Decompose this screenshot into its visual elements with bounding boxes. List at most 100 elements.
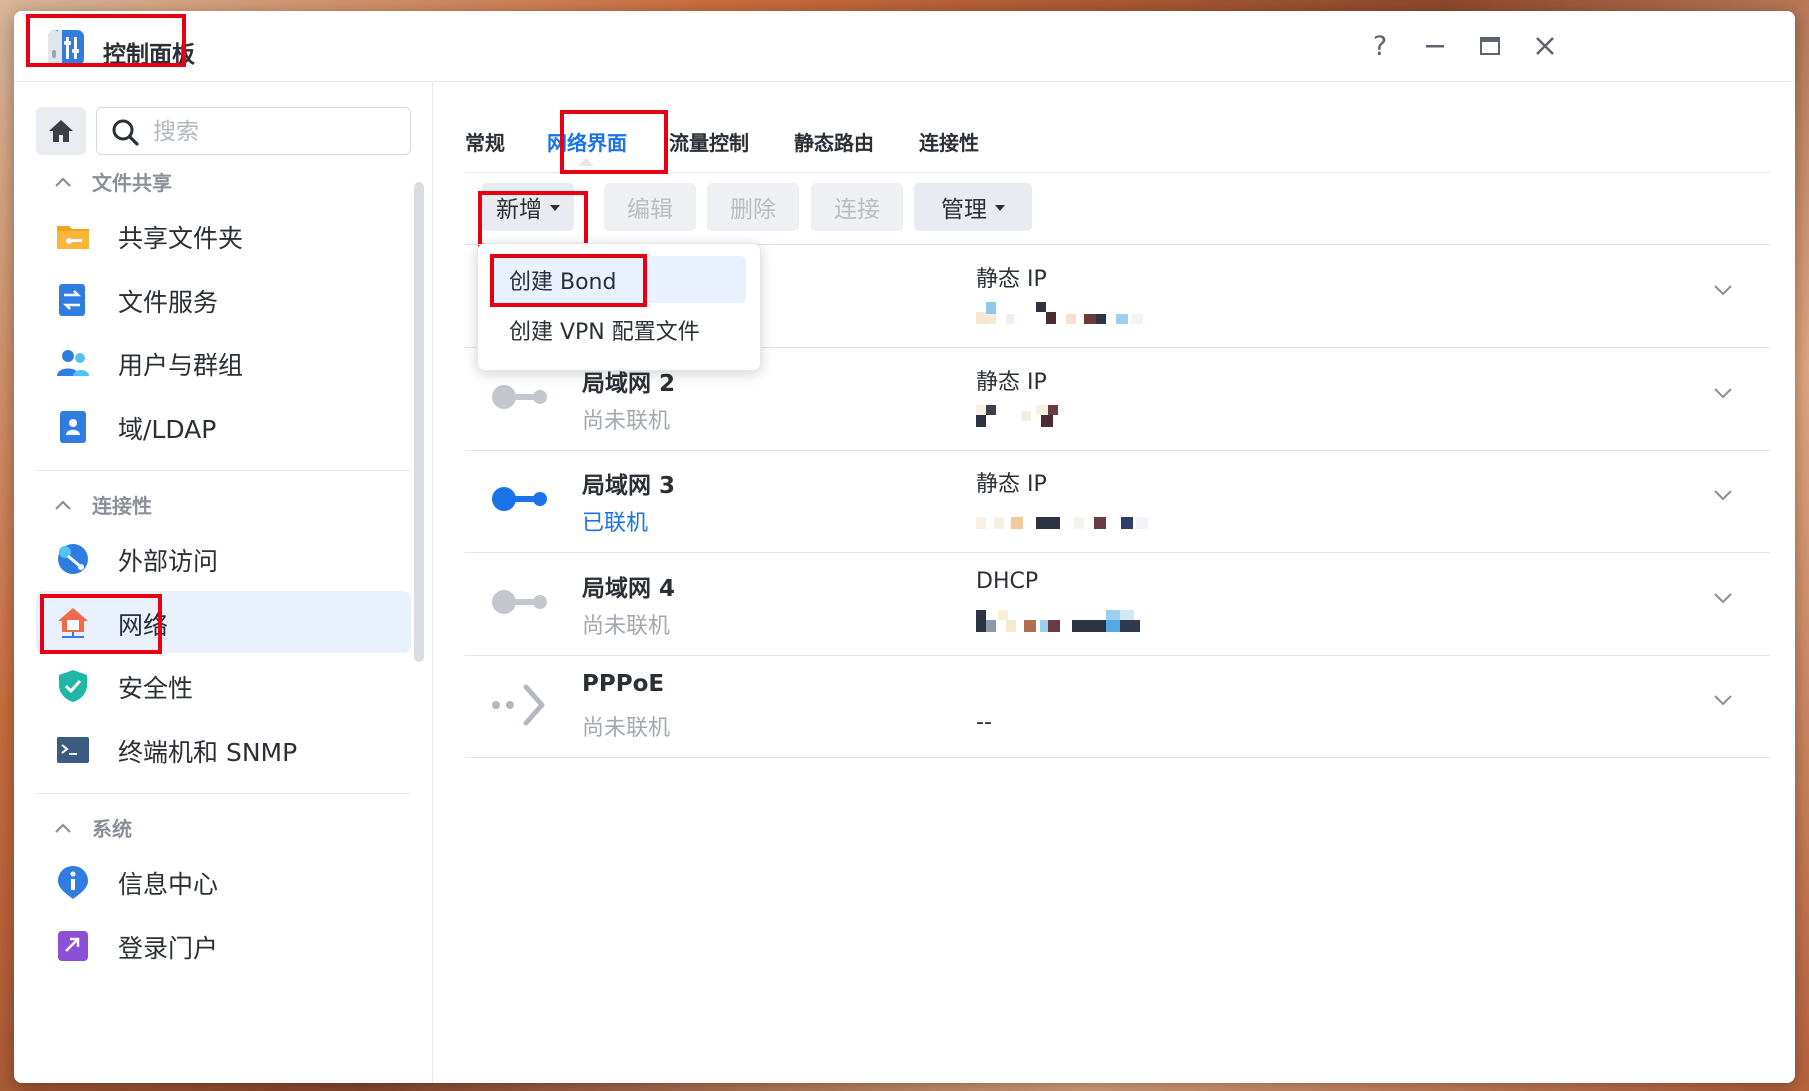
sidebar-item-label: 共享文件夹 [118, 224, 244, 253]
sidebar-item-label: 登录门户 [118, 934, 219, 963]
sidebar-item-security[interactable]: 安全性 [36, 654, 411, 716]
section-system[interactable]: 系统 [54, 813, 132, 842]
add-button-label: 新增 [496, 197, 542, 223]
section-title: 文件共享 [92, 171, 172, 195]
sidebar-divider [36, 793, 411, 794]
close-icon [1536, 37, 1554, 55]
users-icon [57, 350, 89, 376]
section-file-sharing[interactable]: 文件共享 [54, 167, 172, 196]
connect-button[interactable]: 连接 [811, 183, 903, 231]
interface-row-lan4[interactable]: 局域网 4 尚未联机 DHCP [465, 553, 1770, 656]
close-button[interactable] [1528, 29, 1562, 63]
external-access-icon [58, 544, 88, 574]
sidebar-item-terminal-snmp[interactable]: 终端机和 SNMP [36, 718, 411, 780]
sidebar-item-label: 用户与群组 [118, 351, 244, 380]
chevron-down-icon [1714, 593, 1732, 604]
menu-item-create-vpn-profile[interactable]: 创建 VPN 配置文件 [492, 306, 746, 353]
interface-name: PPPoE [582, 671, 665, 697]
interface-row-pppoe[interactable]: PPPoE 尚未联机 -- [465, 655, 1770, 758]
tab-connectivity[interactable]: 连接性 [919, 127, 979, 156]
add-dropdown-menu: 创建 Bond 创建 VPN 配置文件 [477, 243, 761, 371]
tab-bar: 常规 网络界面 流量控制 静态路由 连接性 [465, 82, 1770, 173]
shield-icon [59, 670, 87, 702]
title-bar: 控制面板 ? [14, 11, 1795, 82]
chevron-down-icon [1714, 490, 1732, 501]
interface-type: DHCP [976, 569, 1039, 594]
tab-static-route[interactable]: 静态路由 [794, 127, 874, 156]
sidebar: 文件共享 共享文件夹 文件服务 用户与群组 域/LDAP 连接性 外部访问 [14, 82, 433, 1083]
interface-status: 尚未联机 [582, 716, 671, 741]
control-panel-window: 控制面板 ? 文件共享 共享文件夹 [14, 11, 1795, 1083]
minimize-button[interactable] [1418, 29, 1452, 63]
caret-down-icon [995, 205, 1005, 211]
interface-status: 已联机 [582, 511, 649, 536]
ethernet-connected-icon [492, 487, 547, 511]
home-button[interactable] [36, 107, 86, 155]
section-title: 系统 [92, 817, 132, 841]
sidebar-item-label: 域/LDAP [118, 415, 217, 444]
sidebar-item-login-portal[interactable]: 登录门户 [36, 914, 411, 976]
tab-network-interface[interactable]: 网络界面 [547, 127, 627, 156]
section-title: 连接性 [92, 494, 152, 518]
interface-status: 尚未联机 [582, 409, 671, 434]
search-box [96, 107, 411, 155]
sidebar-item-users-groups[interactable]: 用户与群组 [36, 331, 411, 393]
interface-name: 局域网 4 [582, 576, 676, 602]
section-connectivity[interactable]: 连接性 [54, 490, 152, 519]
sidebar-item-label: 文件服务 [118, 288, 219, 317]
manage-button-label: 管理 [941, 197, 987, 223]
login-portal-icon [58, 931, 88, 961]
file-transfer-icon [59, 284, 85, 316]
search-icon [112, 119, 139, 146]
chevron-down-icon [1714, 285, 1732, 296]
sidebar-item-label: 安全性 [118, 674, 194, 703]
caret-down-icon [550, 205, 560, 211]
edit-button[interactable]: 编辑 [604, 183, 696, 231]
redacted-ip-address [976, 405, 1156, 429]
interface-name: 局域网 3 [582, 473, 676, 499]
ethernet-disconnected-icon [492, 385, 547, 409]
add-button[interactable]: 新增 [482, 183, 574, 231]
sidebar-item-network[interactable]: 网络 [36, 591, 411, 653]
minimize-icon [1426, 45, 1444, 48]
main-panel: 常规 网络界面 流量控制 静态路由 连接性 新增 编辑 删除 连接 管理 静态 … [433, 82, 1795, 1083]
redacted-ip-address [976, 507, 1156, 531]
sidebar-scrollbar[interactable] [414, 182, 424, 662]
interface-address: -- [976, 710, 992, 735]
network-home-icon [58, 608, 88, 638]
interface-type: 静态 IP [976, 267, 1047, 292]
chevron-up-icon [55, 822, 71, 833]
chevron-down-icon [1714, 388, 1732, 399]
maximize-button[interactable] [1473, 29, 1507, 63]
chevron-down-icon [1714, 695, 1732, 706]
sidebar-item-shared-folder[interactable]: 共享文件夹 [36, 204, 411, 266]
tab-general[interactable]: 常规 [465, 127, 505, 156]
help-icon: ? [1372, 30, 1388, 62]
manage-button[interactable]: 管理 [914, 183, 1032, 231]
sidebar-divider [36, 470, 411, 471]
terminal-icon [57, 737, 89, 763]
menu-item-create-bond[interactable]: 创建 Bond [492, 256, 746, 303]
help-button[interactable]: ? [1363, 29, 1397, 63]
redacted-ip-address [976, 610, 1156, 634]
delete-button[interactable]: 删除 [707, 183, 799, 231]
search-input[interactable] [151, 115, 405, 149]
app-title: 控制面板 [103, 42, 195, 68]
sidebar-item-file-services[interactable]: 文件服务 [36, 268, 411, 330]
sidebar-item-external-access[interactable]: 外部访问 [36, 527, 411, 589]
redacted-ip-address [976, 302, 1156, 326]
sidebar-item-domain-ldap[interactable]: 域/LDAP [36, 395, 411, 457]
interface-row-lan3[interactable]: 局域网 3 已联机 静态 IP [465, 450, 1770, 553]
active-tab-indicator [578, 158, 594, 166]
interface-type: 静态 IP [976, 370, 1047, 395]
sidebar-item-info-center[interactable]: 信息中心 [36, 850, 411, 912]
sidebar-item-label: 外部访问 [118, 547, 219, 576]
home-icon [49, 120, 73, 142]
chevron-up-icon [55, 499, 71, 510]
interface-status: 尚未联机 [582, 614, 671, 639]
chevron-up-icon [55, 176, 71, 187]
maximize-icon [1480, 37, 1500, 55]
pppoe-icon [492, 684, 545, 726]
tab-traffic-control[interactable]: 流量控制 [669, 127, 749, 156]
directory-icon [60, 411, 86, 443]
